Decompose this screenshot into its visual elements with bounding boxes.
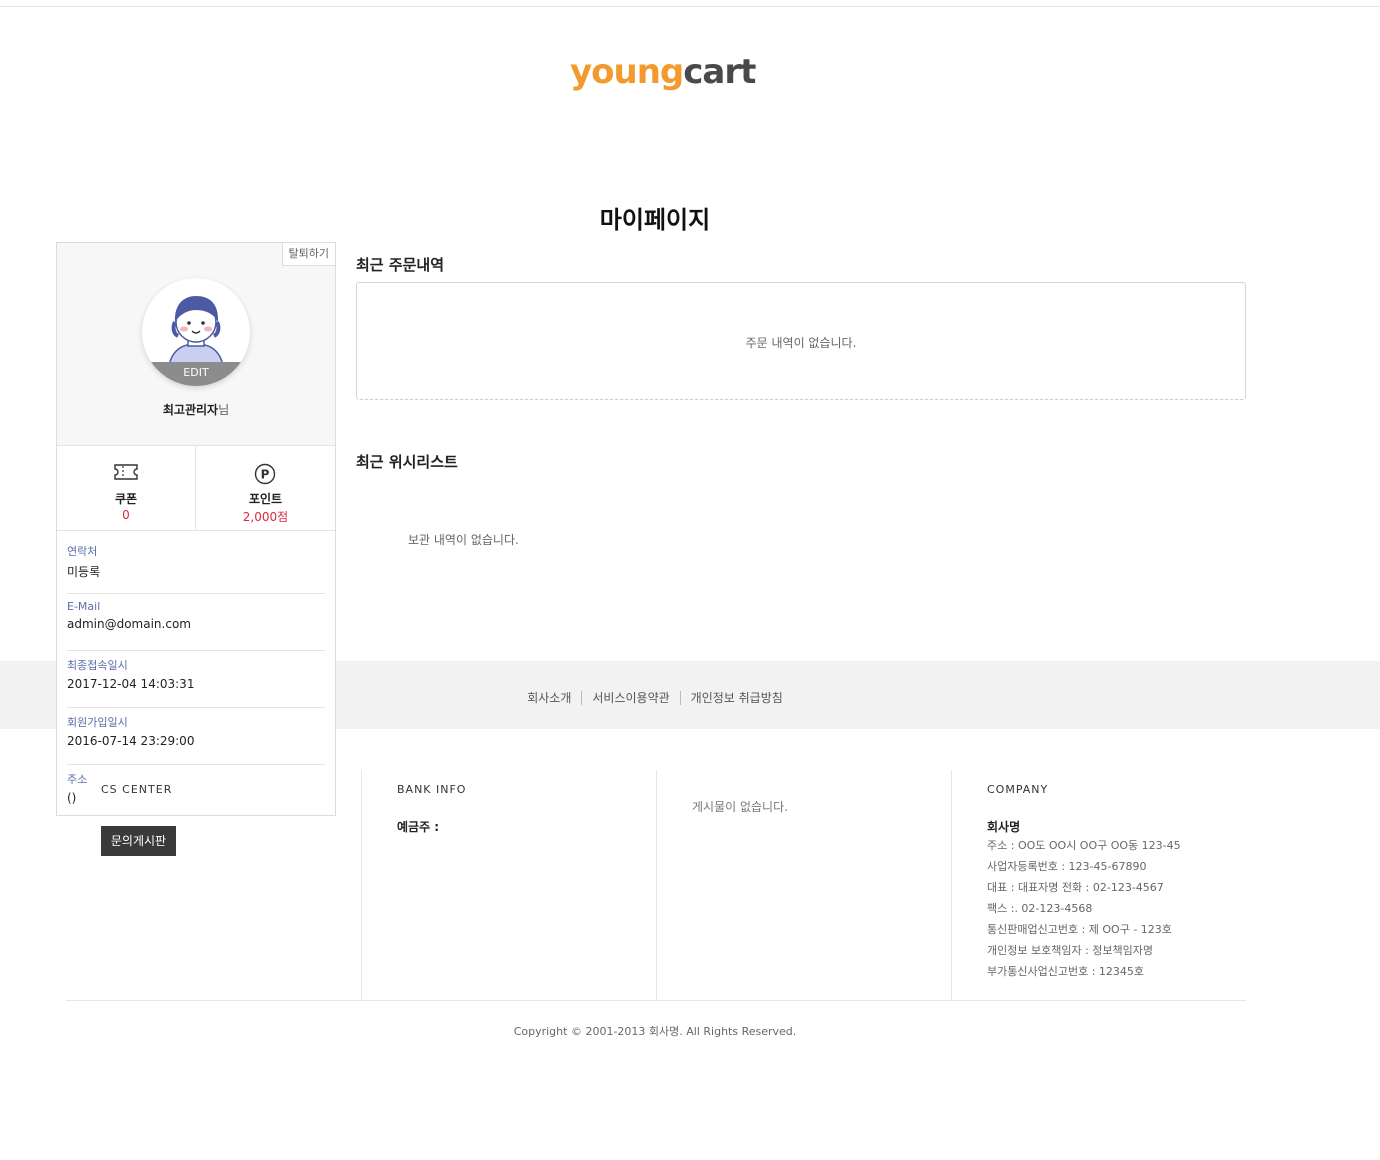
account-holder-label: 예금주 : xyxy=(397,820,440,834)
recent-orders-box: 주문 내역이 없습니다. xyxy=(356,282,1246,400)
member-stats: 쿠폰 0 P 포인트 2,000점 xyxy=(57,446,335,531)
info-join-date: 회원가입일시 2016-07-14 23:29:00 xyxy=(67,714,325,765)
avatar-edit-button[interactable]: EDIT xyxy=(142,362,250,386)
withdraw-button[interactable]: 탈퇴하기 xyxy=(281,243,335,266)
profile-area: 탈퇴하기 EDIT 최고관리자님 xyxy=(57,243,335,446)
logo[interactable]: youngcart xyxy=(570,50,756,94)
nickname-suffix: 님 xyxy=(218,403,230,417)
info-last-login: 최종접속일시 2017-12-04 14:03:31 xyxy=(67,657,325,708)
logo-cart: cart xyxy=(683,52,756,92)
info-label: 연락처 xyxy=(67,545,98,558)
company-title: COMPANY xyxy=(987,783,1049,796)
avatar[interactable]: EDIT xyxy=(142,278,250,386)
company-privacy-officer: 개인정보 보호책임자 : 정보책임자명 xyxy=(987,944,1153,957)
member-sidebar: 탈퇴하기 EDIT 최고관리자님 쿠폰 0 P 포인트 2,000점 연락처 미… xyxy=(56,242,336,816)
footer-link-terms[interactable]: 서비스이용약관 xyxy=(581,691,680,705)
copyright: Copyright © 2001-2013 회사명. All Rights Re… xyxy=(513,1025,797,1038)
info-value: 2016-07-14 23:29:00 xyxy=(67,734,195,748)
info-value: 2017-12-04 14:03:31 xyxy=(67,677,195,691)
cs-center-title: CS CENTER xyxy=(101,783,173,796)
divider xyxy=(67,593,325,594)
bank-info-title: BANK INFO xyxy=(397,783,467,796)
recent-orders-title: 최근 주문내역 xyxy=(356,256,445,274)
point-stat[interactable]: P 포인트 2,000점 xyxy=(196,446,335,530)
avatar-illustration-icon xyxy=(167,296,225,372)
company-telecom-number: 부가통신사업신고번호 : 12345호 xyxy=(987,965,1145,978)
point-label: 포인트 xyxy=(248,492,283,506)
divider xyxy=(67,650,325,651)
footer-divider xyxy=(66,1000,1246,1001)
svg-text:P: P xyxy=(261,468,270,482)
top-divider xyxy=(0,6,1380,7)
info-label: 회원가입일시 xyxy=(67,716,128,729)
company-address: 주소 : OO도 OO시 OO구 OO동 123-45 xyxy=(987,839,1181,852)
company-ecommerce-number: 통신판매업신고번호 : 제 OO구 - 123호 xyxy=(987,923,1172,936)
footer-link-privacy[interactable]: 개인정보 취급방침 xyxy=(679,691,793,705)
wishlist-empty-message: 보관 내역이 없습니다. xyxy=(408,533,519,547)
member-nickname: 최고관리자님 xyxy=(57,401,335,418)
info-contact: 연락처 미등록 xyxy=(67,543,325,594)
point-icon: P xyxy=(254,463,276,485)
company-fax: 팩스 :. 02-123-4568 xyxy=(987,902,1093,915)
board-empty-message: 게시물이 없습니다. xyxy=(692,800,788,814)
nickname-text: 최고관리자 xyxy=(162,403,219,417)
coupon-label: 쿠폰 xyxy=(114,492,138,506)
ticket-icon xyxy=(114,464,138,480)
info-value: admin@domain.com xyxy=(67,617,191,631)
recent-wishlist-title: 최근 위시리스트 xyxy=(356,453,458,471)
point-value: 2,000점 xyxy=(242,510,289,524)
company-name: 회사명 xyxy=(987,820,1021,834)
company-details: 주소 : OO도 OO시 OO구 OO동 123-45 사업자등록번호 : 12… xyxy=(987,838,1181,985)
divider xyxy=(67,707,325,708)
footer-link-company[interactable]: 회사소개 xyxy=(517,691,581,705)
divider xyxy=(67,764,325,765)
bank-info-column xyxy=(361,770,656,1000)
info-label: 최종접속일시 xyxy=(67,659,128,672)
info-label: E-Mail xyxy=(67,600,101,613)
coupon-value: 0 xyxy=(122,508,130,522)
company-ceo-phone: 대표 : 대표자명 전화 : 02-123-4567 xyxy=(987,881,1164,894)
coupon-stat[interactable]: 쿠폰 0 xyxy=(57,446,196,530)
inquiry-board-button[interactable]: 문의게시판 xyxy=(101,826,176,856)
logo-young: young xyxy=(570,52,684,92)
info-email: E-Mail admin@domain.com xyxy=(67,600,325,651)
info-value: 미등록 xyxy=(67,565,101,579)
company-business-number: 사업자등록번호 : 123-45-67890 xyxy=(987,860,1147,873)
orders-empty-message: 주문 내역이 없습니다. xyxy=(745,336,857,350)
page-title: 마이페이지 xyxy=(599,206,711,234)
